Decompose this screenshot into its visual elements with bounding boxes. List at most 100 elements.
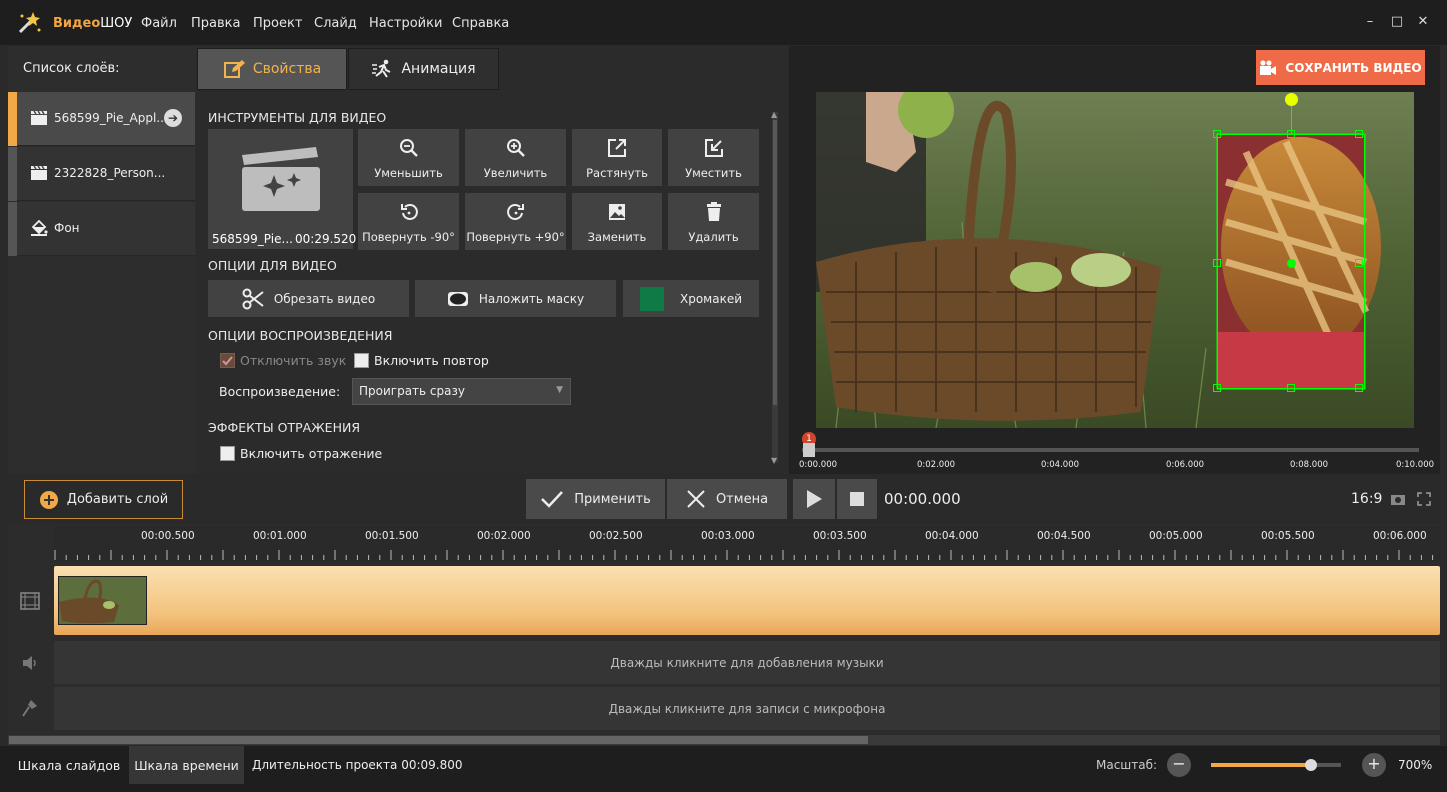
cancel-button[interactable]: Отмена bbox=[667, 479, 787, 519]
layer-item-pie[interactable]: 568599_Pie_Appl... ➔ bbox=[8, 92, 195, 146]
stretch-button[interactable]: Растянуть bbox=[572, 129, 662, 186]
layer-item-person[interactable]: 2322828_Person... bbox=[8, 147, 195, 201]
zoom-out-scale-button[interactable]: − bbox=[1167, 753, 1191, 777]
ruler-label: 00:05.000 bbox=[1149, 530, 1203, 542]
crop-video-button[interactable]: Обрезать видео bbox=[208, 280, 409, 317]
layer-label: 2322828_Person... bbox=[54, 166, 166, 180]
stop-icon bbox=[850, 492, 864, 506]
close-button[interactable]: ✕ bbox=[1412, 12, 1434, 32]
tab-time-scale-label: Шкала времени bbox=[134, 757, 239, 773]
zoom-in-button[interactable]: Увеличить bbox=[465, 129, 566, 186]
preview-tick-label: 0:02.000 bbox=[917, 460, 956, 470]
replace-image-icon bbox=[609, 204, 625, 220]
fit-icon bbox=[704, 139, 723, 157]
center-handle[interactable] bbox=[1287, 259, 1296, 268]
resize-handle-ml[interactable] bbox=[1213, 259, 1221, 267]
fit-button[interactable]: Уместить bbox=[668, 129, 759, 186]
app-title: ВидеоШОУ bbox=[53, 16, 133, 31]
layers-title: Список слоёв: bbox=[23, 61, 120, 76]
rotate-right-button[interactable]: Повернуть +90° bbox=[465, 193, 566, 250]
play-button[interactable] bbox=[793, 479, 835, 519]
apply-button[interactable]: Применить bbox=[526, 479, 665, 519]
replace-button[interactable]: Заменить bbox=[572, 193, 662, 250]
rotate-left-label: Повернуть -90° bbox=[362, 230, 455, 244]
save-video-button[interactable]: СОХРАНИТЬ ВИДЕО bbox=[1256, 50, 1425, 85]
timeline-clip[interactable] bbox=[58, 576, 147, 625]
fit-label: Уместить bbox=[685, 166, 742, 180]
tab-slide-scale[interactable]: Шкала слайдов bbox=[12, 746, 126, 784]
menu-edit[interactable]: Правка bbox=[191, 16, 240, 31]
video-track[interactable] bbox=[54, 566, 1440, 635]
arrow-right-icon[interactable]: ➔ bbox=[164, 109, 182, 127]
maximize-button[interactable]: □ bbox=[1386, 12, 1408, 32]
rotate-left-button[interactable]: Повернуть -90° bbox=[358, 193, 459, 250]
thumbnail-name: 568599_Pie... bbox=[212, 232, 293, 246]
menu-slide[interactable]: Слайд bbox=[314, 16, 357, 31]
reflection-checkbox[interactable] bbox=[220, 446, 235, 461]
running-man-icon bbox=[372, 59, 391, 78]
video-clip-icon bbox=[242, 147, 320, 211]
scroll-down-icon[interactable]: ▼ bbox=[771, 456, 777, 465]
mask-icon bbox=[447, 291, 468, 306]
ruler-label: 00:00.500 bbox=[141, 530, 195, 542]
aspect-ratio[interactable]: 16:9 bbox=[1351, 491, 1382, 507]
ruler-label: 00:04.500 bbox=[1037, 530, 1091, 542]
video-options-title: ОПЦИИ ДЛЯ ВИДЕО bbox=[208, 258, 337, 273]
chromakey-button[interactable]: Хромакей bbox=[623, 280, 759, 317]
playback-mode-label: Воспроизведение: bbox=[219, 384, 341, 399]
snapshot-camera-icon[interactable] bbox=[1390, 492, 1406, 506]
loop-checkbox[interactable] bbox=[354, 353, 369, 368]
fullscreen-icon[interactable] bbox=[1417, 492, 1431, 506]
resize-handle-tr[interactable] bbox=[1355, 130, 1363, 138]
zoom-slider-knob[interactable] bbox=[1305, 759, 1318, 771]
speaker-icon bbox=[23, 656, 36, 670]
timeline-scroll-thumb[interactable] bbox=[9, 736, 868, 744]
resize-handle-tl[interactable] bbox=[1213, 130, 1221, 138]
resize-handle-br[interactable] bbox=[1355, 384, 1363, 392]
tab-animation-label: Анимация bbox=[401, 61, 476, 77]
mic-track-hint: Дважды кликните для записи с микрофона bbox=[608, 701, 886, 716]
mute-checkbox[interactable] bbox=[220, 353, 235, 368]
cancel-label: Отмена bbox=[715, 491, 769, 507]
zoom-in-icon bbox=[506, 139, 525, 157]
apply-mask-button[interactable]: Наложить маску bbox=[415, 280, 616, 317]
project-duration: Длительность проекта 00:09.800 bbox=[252, 758, 463, 772]
ruler-label: 00:05.500 bbox=[1261, 530, 1315, 542]
plus-circle-icon bbox=[39, 490, 58, 509]
rotate-right-label: Повернуть +90° bbox=[466, 230, 565, 244]
menu-file[interactable]: Файл bbox=[141, 16, 177, 31]
zoom-in-scale-button[interactable]: + bbox=[1362, 753, 1386, 777]
tab-animation[interactable]: Анимация bbox=[348, 48, 499, 90]
add-layer-button[interactable]: Добавить слой bbox=[24, 480, 183, 519]
zoom-slider[interactable] bbox=[1211, 759, 1341, 771]
rotate-handle-icon[interactable] bbox=[1285, 93, 1298, 106]
preview-timeline[interactable] bbox=[802, 448, 1419, 452]
playhead-handle[interactable] bbox=[803, 443, 815, 457]
stop-button[interactable] bbox=[837, 479, 877, 519]
zoom-out-button[interactable]: Уменьшить bbox=[358, 129, 459, 186]
scale-label: Масштаб: bbox=[1096, 758, 1158, 772]
resize-handle-bl[interactable] bbox=[1213, 384, 1221, 392]
menu-project[interactable]: Проект bbox=[253, 16, 302, 31]
properties-scroll-thumb[interactable] bbox=[773, 120, 777, 405]
save-video-label: СОХРАНИТЬ ВИДЕО bbox=[1285, 60, 1422, 75]
resize-handle-tc[interactable] bbox=[1287, 130, 1295, 138]
scroll-up-icon[interactable]: ▲ bbox=[771, 110, 777, 119]
resize-handle-mr[interactable] bbox=[1355, 259, 1363, 267]
current-time: 00:00.000 bbox=[884, 490, 961, 508]
resize-handle-bc[interactable] bbox=[1287, 384, 1295, 392]
ruler-label: 00:03.500 bbox=[813, 530, 867, 542]
microphone-track[interactable]: Дважды кликните для записи с микрофона bbox=[54, 687, 1440, 730]
layer-label: 568599_Pie_Appl... bbox=[54, 111, 168, 125]
stretch-icon bbox=[608, 139, 626, 157]
tab-time-scale[interactable]: Шкала времени bbox=[129, 746, 244, 784]
delete-button[interactable]: Удалить bbox=[668, 193, 759, 250]
menu-help[interactable]: Справка bbox=[452, 16, 509, 31]
video-track-icon bbox=[20, 592, 40, 610]
tab-properties[interactable]: Свойства bbox=[197, 48, 347, 90]
playback-mode-select[interactable]: Проиграть сразу ▼ bbox=[352, 378, 571, 405]
minimize-button[interactable]: – bbox=[1359, 12, 1381, 32]
layer-item-background[interactable]: Фон bbox=[8, 202, 195, 256]
music-track[interactable]: Дважды кликните для добавления музыки bbox=[54, 641, 1440, 684]
menu-settings[interactable]: Настройки bbox=[369, 16, 442, 31]
